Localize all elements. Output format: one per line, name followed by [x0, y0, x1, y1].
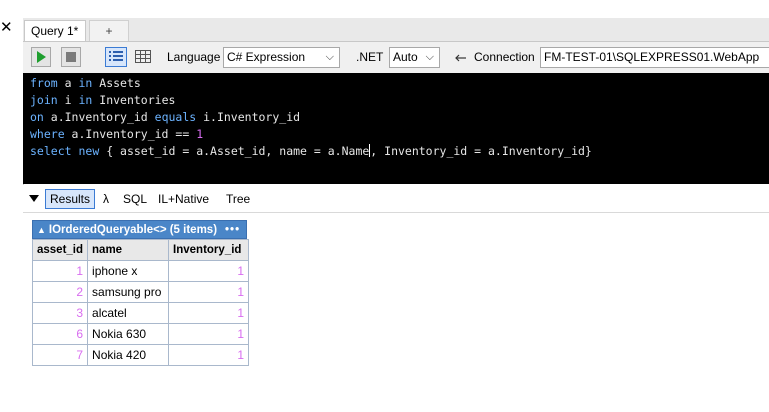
code-text: a — [57, 76, 79, 90]
connection-select[interactable]: FM-TEST-01\SQLEXPRESS01.WebApp — [540, 47, 769, 68]
result-header-title: IOrderedQueryable<> (5 items) — [48, 224, 218, 236]
query-tab-bar: Query 1* + — [23, 18, 769, 42]
query-toolbar: Language C# Expression ⌵ .NET Auto ⌵ Con… — [23, 42, 769, 73]
column-header-inventory-id[interactable]: Inventory_id — [168, 239, 249, 261]
code-text: , Inventory_id = a.Inventory_id} — [370, 144, 592, 158]
cell-inventory-id: 1 — [168, 302, 249, 324]
tab-lambda[interactable]: λ — [99, 189, 113, 209]
cell-asset-id: 1 — [31, 260, 89, 282]
cell-inventory-id: 1 — [168, 260, 249, 282]
code-keyword: in — [78, 93, 93, 107]
code-line[interactable]: where a.Inventory_id == 1 — [30, 126, 203, 143]
new-query-tab-button[interactable]: + — [89, 20, 129, 41]
collapse-results-icon[interactable] — [29, 195, 39, 202]
language-select-value: C# Expression — [227, 50, 306, 64]
table-header-row: asset_id name Inventory_id — [31, 239, 249, 261]
code-keyword: equals — [154, 110, 197, 124]
net-label: .NET — [356, 50, 384, 64]
cell-inventory-id: 1 — [168, 323, 249, 345]
result-table-container: ▲ IOrderedQueryable<> (5 items) ••• asset_… — [31, 220, 249, 366]
tab-query-1[interactable]: Query 1* — [24, 20, 86, 41]
cell-name: Nokia 420 — [87, 344, 170, 366]
code-keyword: from — [30, 76, 58, 90]
table-row[interactable]: 1 iphone x1 — [31, 260, 249, 282]
table-row[interactable]: 6 Nokia 630 1 — [31, 323, 249, 345]
net-select-value: Auto — [393, 50, 418, 64]
cell-asset-id: 2 — [31, 281, 89, 303]
results-output-pane: ▲ IOrderedQueryable<> (5 items) ••• asset_… — [23, 213, 769, 412]
code-text: { asset_id = a.Asset_id, name = a.Name — [99, 144, 370, 158]
close-icon[interactable]: ✕ — [0, 20, 13, 36]
code-line[interactable]: select new { asset_id = a.Asset_id, name… — [30, 143, 592, 160]
rich-text-view-icon — [109, 51, 123, 61]
table-row[interactable]: 3 alcatel 1 — [31, 302, 249, 324]
table-row[interactable]: 7 Nokia 420 1 — [31, 344, 249, 366]
collapse-caret-icon[interactable]: ▲ — [37, 225, 46, 235]
stop-button[interactable] — [61, 47, 81, 67]
code-line[interactable]: on a.Inventory_id equals i.Inventory_id — [30, 109, 300, 126]
grid-view-icon — [135, 50, 151, 63]
cell-asset-id: 3 — [31, 302, 89, 324]
code-line[interactable]: join i in Inventories — [30, 92, 175, 109]
query-editor[interactable]: from a in Assets join i in Inventories on … — [23, 73, 769, 184]
code-text: Assets — [92, 76, 141, 90]
code-keyword: on — [30, 110, 44, 124]
net-version-select[interactable]: Auto ⌵ — [389, 47, 440, 68]
cell-inventory-id: 1 — [168, 344, 249, 366]
grid-view-button[interactable] — [132, 47, 154, 67]
stop-icon — [66, 52, 76, 62]
language-label: Language — [167, 50, 221, 64]
cell-asset-id: 6 — [31, 323, 89, 345]
code-line[interactable]: from a in Assets — [30, 75, 141, 92]
code-text: i — [57, 93, 79, 107]
results-tab-bar: Results λ SQL IL+Native Tree — [23, 185, 769, 213]
code-keyword: join — [30, 93, 58, 107]
result-header[interactable]: ▲ IOrderedQueryable<> (5 items) ••• — [32, 220, 247, 239]
tab-results[interactable]: Results — [45, 189, 96, 209]
code-keyword: select — [30, 144, 72, 158]
cell-asset-id: 7 — [31, 344, 89, 366]
connection-label: Connection — [474, 50, 535, 64]
connection-select-value: FM-TEST-01\SQLEXPRESS01.WebApp — [544, 50, 760, 64]
cell-inventory-id: 1 — [168, 281, 249, 303]
result-table: asset_id name Inventory_id 1 iphone x 1 2 sa… — [31, 239, 249, 366]
connection-plug-icon — [455, 54, 466, 62]
run-button[interactable] — [31, 47, 51, 67]
cell-name: Nokia 630 — [87, 323, 170, 345]
code-text: a.Inventory_id == — [64, 127, 197, 141]
code-text: a.Inventory_id — [43, 110, 155, 124]
tab-il-native[interactable]: IL+Native — [154, 189, 213, 209]
run-icon — [37, 51, 46, 63]
code-text: Inventories — [92, 93, 176, 107]
code-number: 1 — [196, 127, 204, 141]
code-keyword: where — [30, 127, 65, 141]
left-pane — [0, 18, 24, 412]
tab-tree[interactable]: Tree — [222, 189, 254, 209]
code-text: i.Inventory_id — [196, 110, 301, 124]
column-header-asset-id[interactable]: asset_id — [31, 239, 89, 261]
cell-name: alcatel — [87, 302, 170, 324]
cell-name: iphone x — [87, 260, 170, 282]
code-keyword: new — [78, 144, 100, 158]
chevron-down-icon: ⌵ — [425, 51, 434, 63]
column-header-name[interactable]: name — [87, 239, 170, 261]
tab-sql[interactable]: SQL — [119, 189, 151, 209]
table-row[interactable]: 2 samsung pro 1 — [31, 281, 249, 303]
code-keyword: in — [78, 76, 93, 90]
cell-name: samsung pro — [87, 281, 170, 303]
language-select[interactable]: C# Expression ⌵ — [223, 47, 340, 68]
chevron-down-icon: ⌵ — [325, 51, 334, 63]
more-options-icon[interactable]: ••• — [225, 224, 240, 236]
top-strip — [0, 0, 769, 18]
rich-text-view-button[interactable] — [105, 47, 127, 67]
